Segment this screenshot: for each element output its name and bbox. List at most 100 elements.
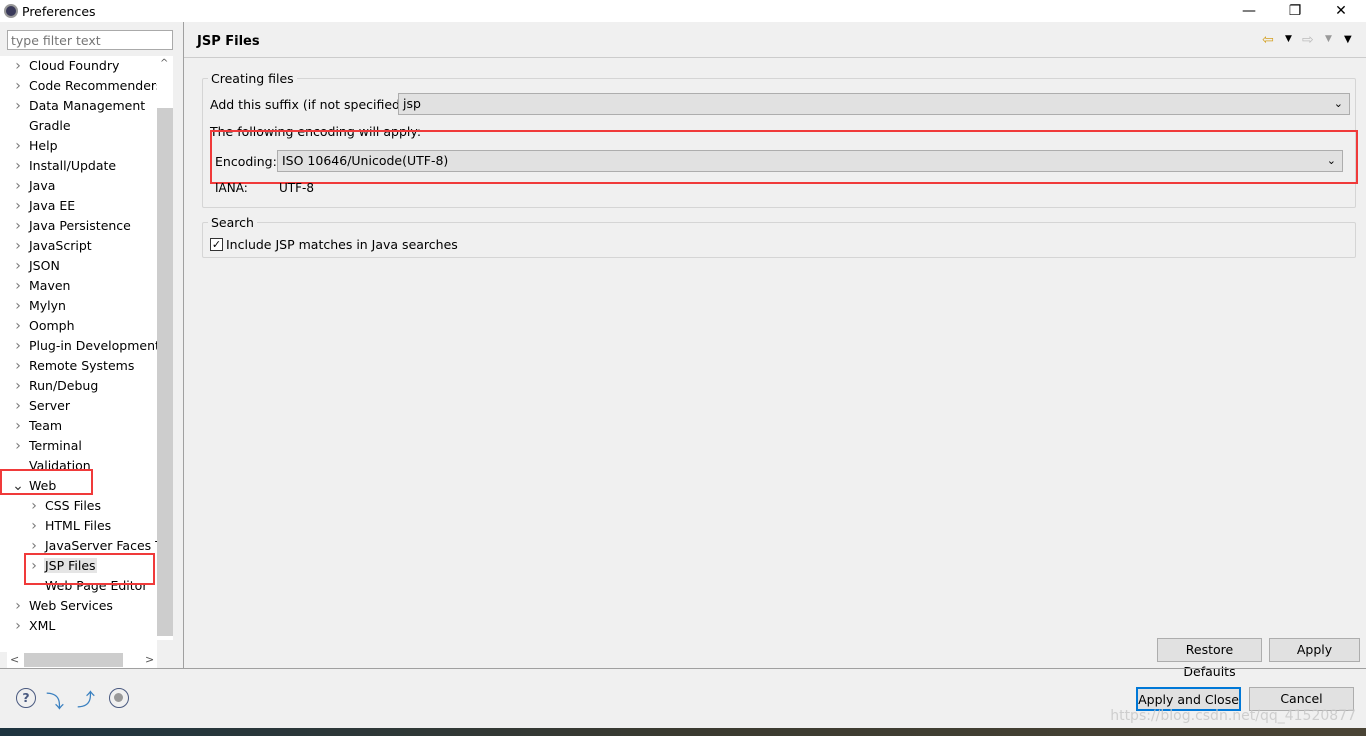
tree-item[interactable]: › Help xyxy=(12,136,59,156)
tree-item-label: Java EE xyxy=(29,198,76,213)
chevron-right-icon[interactable]: › xyxy=(12,396,24,416)
sash[interactable] xyxy=(183,22,184,668)
tree-hscroll-thumb[interactable] xyxy=(24,653,123,667)
forward-menu-chevron-icon[interactable]: ▼ xyxy=(1325,34,1332,44)
tree-item-label: Remote Systems xyxy=(29,358,135,373)
chevron-right-icon[interactable]: › xyxy=(12,216,24,236)
tree-item-label: Gradle xyxy=(29,118,71,133)
tree-item[interactable]: › JavaScript xyxy=(12,236,93,256)
tree-item[interactable]: › Install/Update xyxy=(12,156,117,176)
iana-label: IANA: xyxy=(215,181,248,195)
divider xyxy=(0,668,1366,669)
search-legend: Search xyxy=(208,215,257,230)
import-icon[interactable]: ⤵ xyxy=(46,688,64,714)
eclipse-gear-icon xyxy=(4,4,18,18)
tree-item[interactable]: › Oomph xyxy=(12,316,76,336)
tree-item[interactable]: › Remote Systems xyxy=(12,356,135,376)
tree-item-label: Install/Update xyxy=(29,158,117,173)
iana-value: UTF-8 xyxy=(279,181,314,195)
tree-item[interactable]: › Data Management xyxy=(12,96,146,116)
tree-scroll-thumb[interactable] xyxy=(157,108,173,636)
scroll-left-icon[interactable]: < xyxy=(10,653,19,666)
scroll-right-icon[interactable]: > xyxy=(145,653,154,666)
tree-item-label: Cloud Foundry xyxy=(29,58,120,73)
chevron-right-icon[interactable]: › xyxy=(12,316,24,336)
chevron-down-icon: ⌄ xyxy=(1333,97,1343,110)
restore-defaults-button[interactable]: Restore Defaults xyxy=(1157,638,1262,679)
chevron-right-icon[interactable]: › xyxy=(12,276,24,296)
tree-item[interactable]: › Java xyxy=(12,176,56,196)
tree-item-label: HTML Files xyxy=(45,518,112,533)
suffix-value: jsp xyxy=(403,96,421,111)
tree-item-label: JSON xyxy=(29,258,60,273)
minimize-button[interactable]: — xyxy=(1226,0,1272,22)
tree-item[interactable]: › Server xyxy=(12,396,71,416)
tree-item[interactable]: › Java EE xyxy=(12,196,76,216)
tree-item[interactable]: › Code Recommenders xyxy=(12,76,157,96)
tree-item[interactable]: › Cloud Foundry xyxy=(12,56,120,76)
page-title: JSP Files xyxy=(197,34,260,49)
tree-item[interactable]: › Run/Debug xyxy=(12,376,99,396)
tree-item-label: JavaScript xyxy=(29,238,92,253)
tree-item-label: Mylyn xyxy=(29,298,66,313)
tree-item[interactable]: › XML xyxy=(12,616,56,636)
chevron-right-icon[interactable]: › xyxy=(12,336,24,356)
record-icon[interactable] xyxy=(109,688,129,708)
chevron-right-icon[interactable]: › xyxy=(12,296,24,316)
chevron-right-icon[interactable]: › xyxy=(12,196,24,216)
tree-item-label: CSS Files xyxy=(45,498,101,513)
chevron-right-icon[interactable]: › xyxy=(12,136,24,156)
restore-button[interactable]: ❐ xyxy=(1272,0,1318,22)
tree-item[interactable]: › Mylyn xyxy=(12,296,67,316)
include-jsp-label[interactable]: Include JSP matches in Java searches xyxy=(226,237,458,252)
chevron-right-icon[interactable]: › xyxy=(12,56,24,76)
chevron-right-icon[interactable]: › xyxy=(12,416,24,436)
tree-item-label: JavaServer Faces Tools xyxy=(45,538,157,553)
chevron-right-icon[interactable]: › xyxy=(12,236,24,256)
include-jsp-checkbox[interactable]: ✓ xyxy=(210,238,223,251)
help-icon[interactable]: ? xyxy=(16,688,36,708)
scroll-up-icon[interactable]: ^ xyxy=(160,58,168,69)
title-bar xyxy=(0,0,1366,22)
suffix-label: Add this suffix (if not specified): xyxy=(210,97,410,112)
forward-arrow-icon[interactable]: ⇨ xyxy=(1302,32,1314,48)
chevron-right-icon[interactable]: › xyxy=(12,156,24,176)
close-button[interactable]: ✕ xyxy=(1318,0,1364,22)
back-arrow-icon[interactable]: ⇦ xyxy=(1262,32,1274,48)
highlight-box-encoding xyxy=(210,130,1358,184)
tree-item-label: Oomph xyxy=(29,318,75,333)
chevron-right-icon[interactable]: › xyxy=(12,436,24,456)
chevron-right-icon[interactable]: › xyxy=(12,96,24,116)
chevron-right-icon[interactable]: › xyxy=(28,516,40,536)
tree-item[interactable]: › Web Services xyxy=(12,596,114,616)
tree-item[interactable]: › CSS Files xyxy=(28,496,102,516)
suffix-combo[interactable]: jsp ⌄ xyxy=(398,93,1350,115)
tree-item[interactable]: › Maven xyxy=(12,276,71,296)
apply-button[interactable]: Apply xyxy=(1269,638,1360,662)
export-icon[interactable]: ⤴ xyxy=(77,686,95,712)
tree-item[interactable]: › Java Persistence xyxy=(12,216,132,236)
watermark: https://blog.csdn.net/qq_41520877 xyxy=(1110,708,1356,724)
filter-input[interactable] xyxy=(7,30,173,50)
tree-item[interactable]: Gradle xyxy=(12,116,72,136)
highlight-box-jsp-files xyxy=(24,553,155,585)
tree-item[interactable]: › Team xyxy=(12,416,63,436)
tree-item-label: Server xyxy=(29,398,70,413)
tree-item[interactable]: › JSON xyxy=(12,256,61,276)
tree-item[interactable]: › HTML Files xyxy=(28,516,112,536)
chevron-right-icon[interactable]: › xyxy=(12,76,24,96)
window-title: Preferences xyxy=(22,4,96,19)
chevron-right-icon[interactable]: › xyxy=(12,356,24,376)
back-menu-chevron-icon[interactable]: ▼ xyxy=(1285,34,1292,44)
chevron-right-icon[interactable]: › xyxy=(12,376,24,396)
chevron-right-icon[interactable]: › xyxy=(28,496,40,516)
chevron-right-icon[interactable]: › xyxy=(12,596,24,616)
tree-item-label: Java Persistence xyxy=(29,218,131,233)
chevron-right-icon[interactable]: › xyxy=(12,256,24,276)
chevron-right-icon[interactable]: › xyxy=(12,616,24,636)
view-menu-icon[interactable]: ▼ xyxy=(1344,34,1352,45)
tree-item[interactable]: › Terminal xyxy=(12,436,83,456)
creating-files-legend: Creating files xyxy=(208,71,297,86)
tree-item[interactable]: › Plug-in Development xyxy=(12,336,157,356)
chevron-right-icon[interactable]: › xyxy=(12,176,24,196)
